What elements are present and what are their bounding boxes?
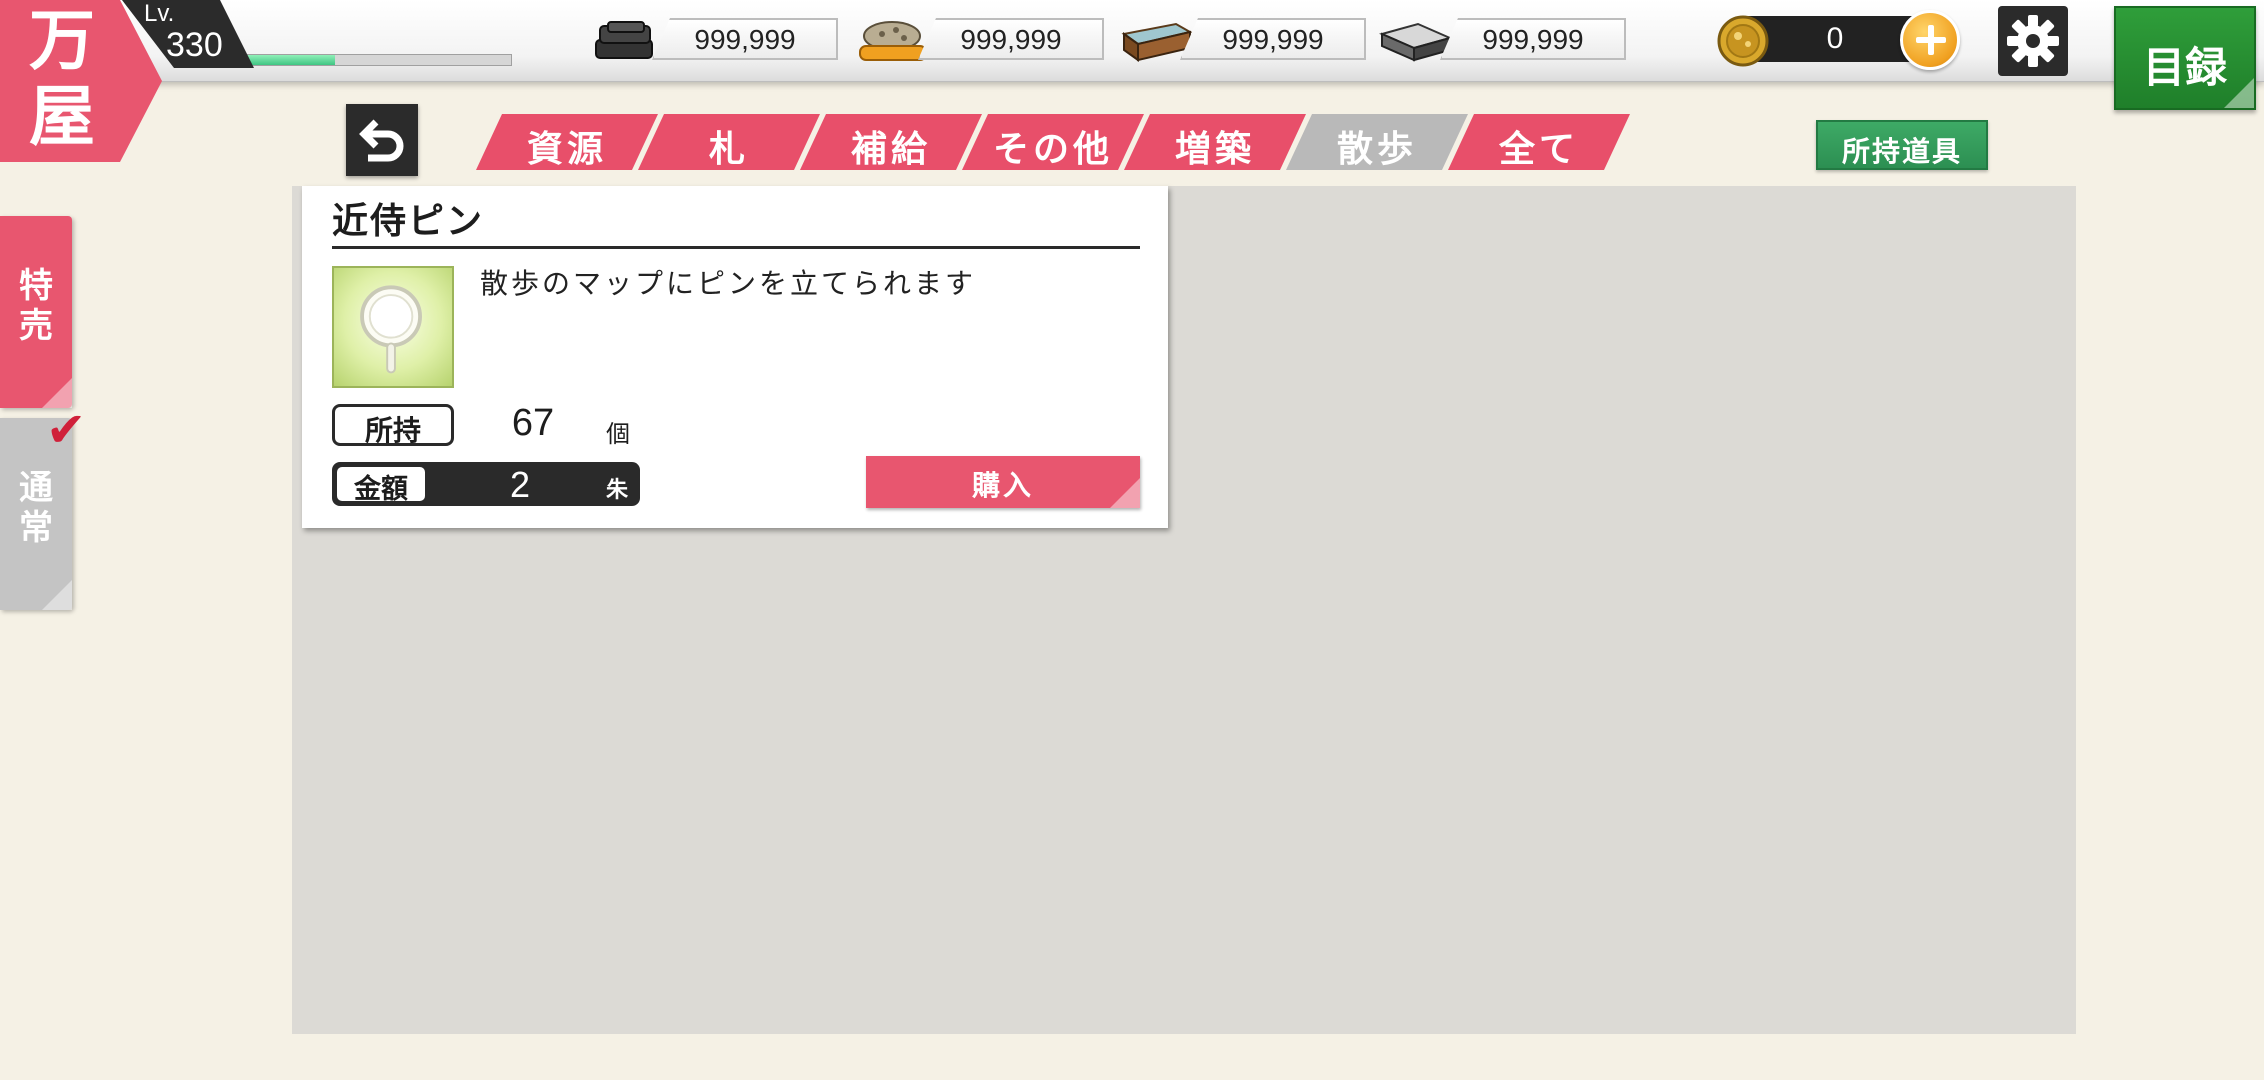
price-label-box: 金額	[337, 467, 425, 505]
tab-label: 散歩	[1336, 128, 1417, 170]
owned-label-box: 所持	[332, 404, 454, 447]
exp-bar	[244, 54, 512, 66]
resource-cooling-material: 999,999	[1118, 16, 1368, 64]
shop-logo-text: 万屋	[29, 1, 95, 155]
tab-cards[interactable]: 札	[638, 114, 820, 170]
catalog-button[interactable]: 目録	[2114, 6, 2256, 110]
resource-steel: 999,999	[1378, 16, 1628, 64]
buy-button-label: 購入	[971, 469, 1034, 502]
corner-decoration	[42, 580, 72, 610]
side-tab-sale[interactable]: 特売	[0, 216, 72, 408]
tab-label: 全て	[1498, 128, 1579, 170]
tab-all[interactable]: 全て	[1448, 114, 1630, 170]
gear-icon	[2007, 15, 2059, 67]
back-button[interactable]	[346, 104, 418, 176]
item-name: 近侍ピン	[332, 200, 485, 242]
tab-supply[interactable]: 補給	[800, 114, 982, 170]
tab-label: 補給	[850, 128, 931, 170]
selected-check-icon: ✔	[46, 402, 87, 458]
resource-charcoal: 999,999	[590, 16, 840, 64]
resource-value: 999,999	[694, 24, 796, 55]
price-display: 金額 2 朱	[332, 462, 640, 506]
tab-label: その他	[992, 128, 1113, 170]
resource-value: 999,999	[1482, 24, 1584, 55]
side-tab-label-text: 通常	[19, 468, 53, 548]
owned-items-button[interactable]: 所持道具	[1816, 120, 1988, 170]
return-arrow-icon	[359, 119, 404, 162]
price-label: 金額	[354, 474, 408, 505]
item-description: 散歩のマップにピンを立てられます	[480, 267, 977, 300]
resource-value: 999,999	[1222, 24, 1324, 55]
resource-value: 999,999	[960, 24, 1062, 55]
title-divider	[332, 246, 1140, 249]
settings-button[interactable]	[1998, 6, 2068, 76]
owned-count: 67	[511, 402, 555, 444]
price-value: 2	[509, 464, 531, 505]
koban-coin-icon	[1717, 15, 1769, 67]
owned-label: 所持	[364, 414, 421, 447]
tab-expansion[interactable]: 増築	[1124, 114, 1306, 170]
buy-button[interactable]: 購入	[866, 456, 1140, 508]
owned-unit: 個	[606, 420, 630, 448]
tab-walk[interactable]: 散歩	[1286, 114, 1468, 170]
side-tab-label-text: 特売	[19, 266, 53, 346]
owned-items-label: 所持道具	[1841, 135, 1962, 168]
tab-other[interactable]: その他	[962, 114, 1144, 170]
item-thumbnail	[332, 266, 454, 388]
koban-value: 0	[1826, 22, 1844, 55]
exp-bar-fill	[245, 55, 336, 65]
tab-label: 増築	[1174, 128, 1255, 170]
level-value: 330	[166, 26, 223, 64]
tab-label: 札	[708, 128, 749, 170]
resource-whetstone: 999,999	[856, 16, 1106, 64]
side-tab-label: 通常	[0, 468, 72, 548]
tab-resources[interactable]: 資源	[476, 114, 658, 170]
corner-decoration	[2224, 78, 2254, 108]
side-tab-label: 特売	[0, 266, 72, 346]
price-unit: 朱	[606, 477, 629, 503]
corner-decoration	[1110, 478, 1140, 508]
add-koban-button[interactable]	[1900, 10, 1960, 70]
level-label: Lv.	[144, 0, 175, 27]
pin-icon	[360, 285, 423, 374]
tab-label: 資源	[526, 128, 607, 170]
